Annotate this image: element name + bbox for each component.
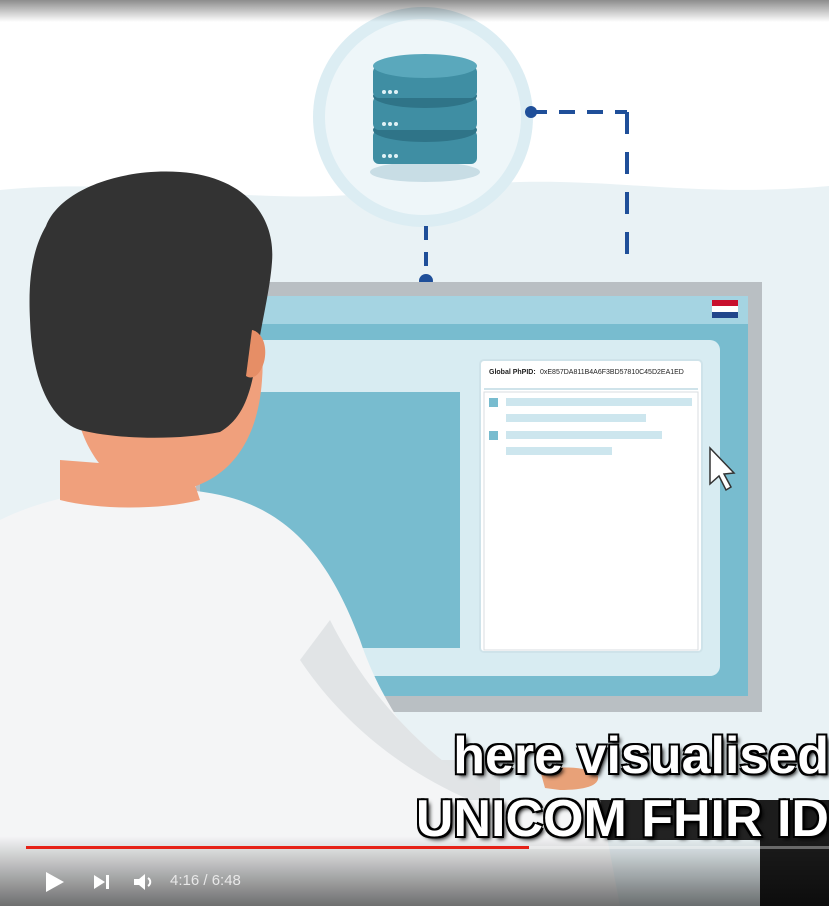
play-icon [46, 872, 64, 892]
caption-line-1: here visualised [453, 727, 829, 785]
pid-label: Global PhPID: [489, 369, 536, 376]
volume-icon [134, 874, 152, 890]
player-controls: 4:16 / 6:48 [0, 836, 829, 906]
next-icon [94, 875, 109, 889]
play-button[interactable] [40, 868, 68, 896]
progress-fill [26, 846, 530, 849]
next-button[interactable] [88, 868, 116, 896]
progress-bar[interactable] [26, 846, 829, 849]
pid-value: 0xE857DA811B4A6F3BD57810C45D2EA1ED [540, 369, 684, 376]
database-icon [313, 7, 533, 227]
top-gradient [0, 0, 829, 22]
video-player[interactable]: Global PhPID: 0xE857DA811B4A6F3BD57810C4… [0, 0, 829, 906]
time-display: 4:16 / 6:48 [170, 872, 241, 889]
volume-button[interactable] [130, 868, 158, 896]
netherlands-flag-icon [712, 300, 738, 318]
